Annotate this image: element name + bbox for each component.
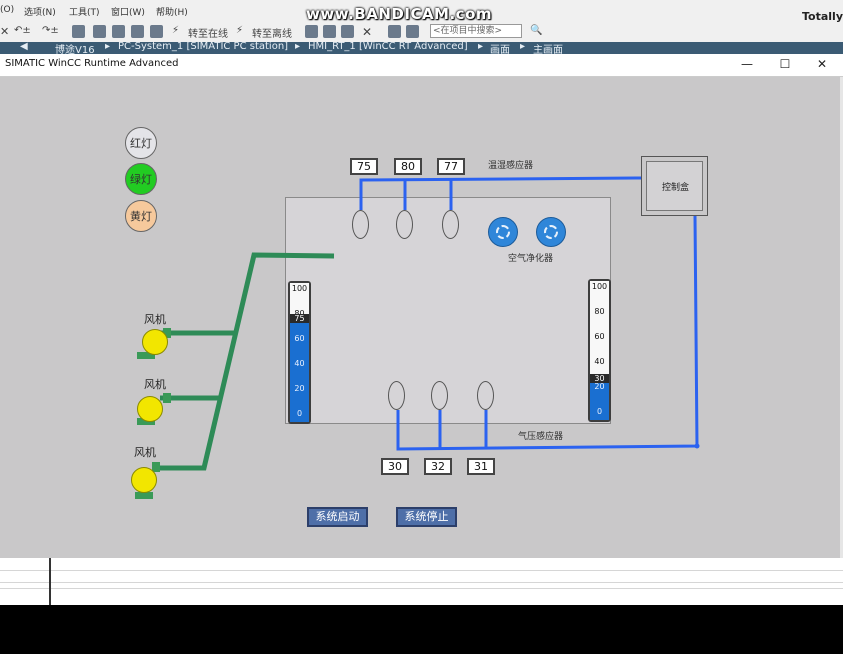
gauge-tick: 60 bbox=[294, 334, 305, 343]
control-box-panel: 控制盒 bbox=[646, 161, 703, 211]
green-lamp: 绿灯 bbox=[125, 163, 157, 195]
temp-pipe bbox=[359, 176, 642, 210]
air-purifier-icon bbox=[536, 217, 566, 247]
pipe-network bbox=[158, 176, 700, 471]
fan-label: 风机 bbox=[144, 313, 166, 326]
fan-label: 风机 bbox=[134, 446, 156, 459]
pressure-sensor-label: 气压感应器 bbox=[518, 432, 564, 442]
gauge-value: 75 bbox=[290, 314, 309, 323]
divider bbox=[0, 588, 843, 589]
pressure-readout: 31 bbox=[467, 458, 495, 475]
left-level-gauge: 100 80 60 40 20 0 75 bbox=[288, 281, 311, 424]
yellow-lamp: 黄灯 bbox=[125, 200, 157, 232]
gauge-tick: 100 bbox=[291, 284, 308, 293]
temp-sensor-label: 温湿感应器 bbox=[488, 161, 534, 171]
gauge-tick: 80 bbox=[594, 307, 605, 316]
fan-base bbox=[135, 492, 153, 499]
fan-outlet bbox=[163, 393, 171, 403]
divider bbox=[0, 570, 843, 571]
temp-sensor bbox=[396, 210, 413, 239]
gauge-tick: 100 bbox=[591, 282, 608, 291]
divider bbox=[0, 582, 843, 583]
temp-sensor bbox=[352, 210, 369, 239]
pressure-sensor bbox=[388, 381, 405, 410]
fan-icon bbox=[142, 329, 168, 355]
divider bbox=[49, 558, 51, 605]
pressure-readout: 30 bbox=[381, 458, 409, 475]
air-purifier-icon bbox=[488, 217, 518, 247]
right-level-gauge: 100 80 60 40 20 0 30 bbox=[588, 279, 611, 422]
gauge-tick: 40 bbox=[294, 359, 305, 368]
gauge-tick: 60 bbox=[594, 332, 605, 341]
gauge-tick: 0 bbox=[596, 407, 603, 416]
fan-label: 风机 bbox=[144, 378, 166, 391]
tia-workspace-bottom bbox=[0, 558, 843, 605]
pressure-readout: 32 bbox=[424, 458, 452, 475]
fan-icon bbox=[131, 467, 157, 493]
control-box-label: 控制盒 bbox=[661, 183, 689, 193]
letterbox bbox=[0, 605, 843, 654]
red-lamp: 红灯 bbox=[125, 127, 157, 159]
temp-readout: 77 bbox=[437, 158, 465, 175]
temp-readout: 80 bbox=[394, 158, 422, 175]
system-start-button[interactable]: 系统启动 bbox=[307, 507, 368, 527]
gauge-tick: 40 bbox=[594, 357, 605, 366]
pipe-junction bbox=[694, 443, 700, 449]
pressure-sensor bbox=[477, 381, 494, 410]
gauge-tick: 20 bbox=[294, 384, 305, 393]
air-purifier-label: 空气净化器 bbox=[508, 254, 554, 264]
pressure-sensor bbox=[431, 381, 448, 410]
temp-readout: 75 bbox=[350, 158, 378, 175]
gauge-tick: 0 bbox=[296, 409, 303, 418]
temp-sensor bbox=[442, 210, 459, 239]
fan-icon bbox=[137, 396, 163, 422]
gauge-value: 30 bbox=[590, 374, 609, 383]
control-box: 控制盒 bbox=[641, 156, 708, 216]
system-stop-button[interactable]: 系统停止 bbox=[396, 507, 457, 527]
gauge-tick: 20 bbox=[594, 382, 605, 391]
